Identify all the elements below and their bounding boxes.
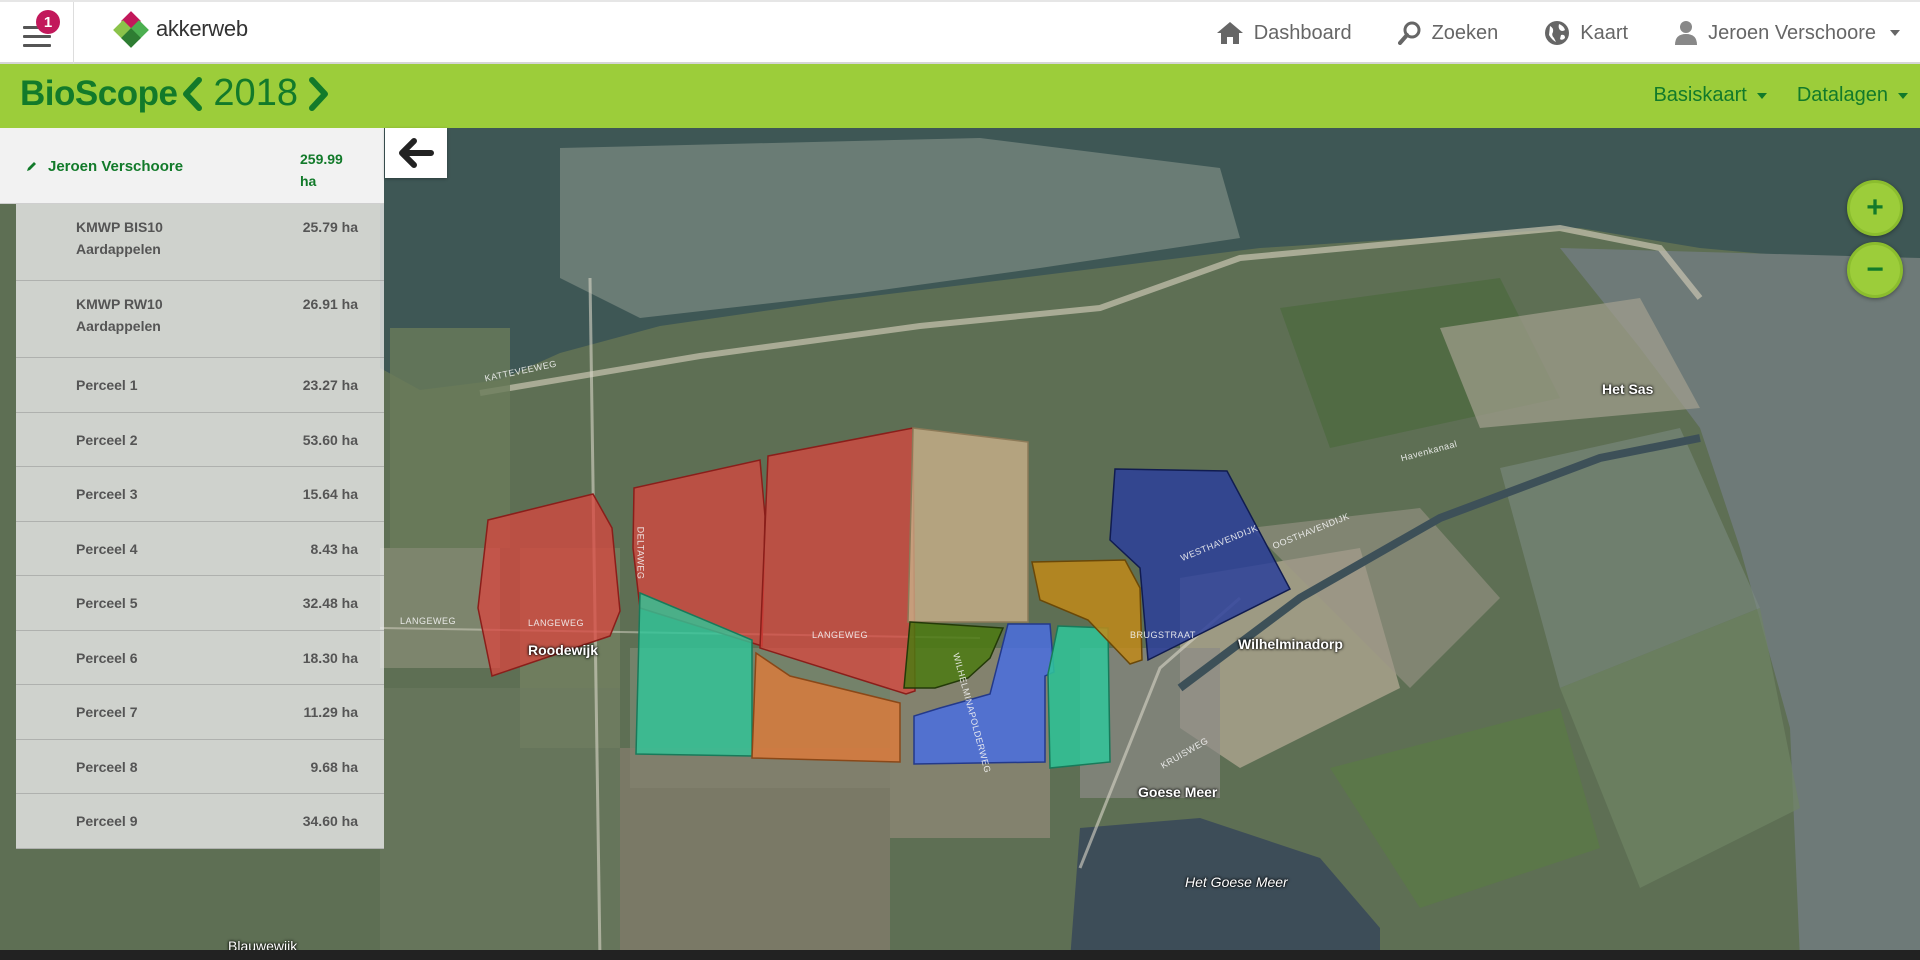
place-het-sas: Het Sas (1602, 381, 1654, 397)
field-name: Perceel 9 (76, 813, 138, 829)
collapse-panel-button[interactable] (385, 128, 447, 178)
owner-name: Jeroen Verschoore (48, 158, 184, 175)
prev-year-button[interactable] (177, 74, 207, 114)
field-name: Perceel 6 (76, 649, 138, 666)
field-area: 9.68 ha (310, 758, 358, 775)
akkerweb-logo[interactable]: akkerweb (113, 11, 248, 48)
field-area: 18.30 ha (302, 649, 358, 666)
fields-panel: Jeroen Verschoore 259.99 ha KMWP BIS10 A… (0, 128, 384, 849)
total-area: 259.99 ha (300, 151, 343, 189)
akkerweb-logo-icon (113, 11, 149, 48)
field-row[interactable]: Perceel 7 11.29 ha (16, 685, 384, 740)
field-area: 15.64 ha (302, 486, 358, 502)
field-row[interactable]: Perceel 9 34.60 ha (16, 794, 384, 849)
field-area: 11.29 ha (303, 704, 359, 720)
basiskaart-dropdown[interactable]: Basiskaart (1653, 84, 1767, 107)
nav-user-label: Jeroen Verschoore (1708, 21, 1876, 44)
next-year-button[interactable] (304, 74, 334, 114)
nav-dashboard-label: Dashboard (1253, 21, 1352, 44)
field-area: 53.60 ha (302, 431, 358, 448)
place-roodewijk: Roodewijk (528, 642, 599, 658)
field-name: Perceel 1 (76, 377, 138, 393)
zoom-out-button[interactable]: − (1847, 242, 1903, 298)
chevron-down-icon (1890, 30, 1900, 36)
road-label-langeweg-1: LANGEWEG (400, 616, 457, 626)
chevron-down-icon (1898, 92, 1908, 99)
place-goese-meer: Goese Meer (1138, 784, 1218, 800)
field-area: 34.60 ha (302, 813, 358, 829)
road-label-langeweg-2: LANGEWEG (528, 618, 585, 628)
zoom-in-button[interactable]: + (1847, 180, 1903, 236)
pencil-icon[interactable] (26, 160, 38, 172)
place-wilhelminadorp: Wilhelminadorp (1238, 636, 1343, 652)
header-dropdowns: Basiskaart Datalagen (1653, 84, 1908, 107)
parcel-tan (907, 427, 1029, 623)
field-row[interactable]: Perceel 6 18.30 ha (16, 631, 384, 685)
field-name: Perceel 8 (76, 758, 138, 775)
field-name: Perceel 2 (76, 431, 138, 448)
basiskaart-label: Basiskaart (1653, 84, 1747, 106)
nav-zoeken[interactable]: Zoeken (1397, 21, 1499, 45)
field-area: 25.79 ha (302, 219, 358, 235)
road-label-brugstraat: BRUGSTRAAT (1130, 630, 1196, 640)
nav-user-menu[interactable]: Jeroen Verschoore (1674, 20, 1900, 46)
field-row[interactable]: Perceel 3 15.64 ha (16, 467, 384, 522)
owner-row[interactable]: Jeroen Verschoore 259.99 ha (0, 128, 384, 204)
search-icon (1397, 21, 1421, 45)
globe-icon (1545, 21, 1570, 45)
year-label: 2018 (213, 72, 298, 114)
app-title: BioScope (20, 73, 178, 113)
field-row[interactable]: KMWP RW10 Aardappelen 26.91 ha (16, 281, 384, 358)
nav-kaart[interactable]: Kaart (1544, 20, 1628, 46)
field-area: 8.43 ha (310, 540, 358, 557)
field-row[interactable]: Perceel 4 8.43 ha (16, 522, 384, 576)
user-icon (1675, 21, 1698, 45)
road-label-langeweg-3: LANGEWEG (812, 630, 869, 640)
field-list: KMWP BIS10 Aardappelen 25.79 ha KMWP RW1… (16, 204, 384, 849)
field-area: 23.27 ha (302, 377, 358, 393)
arrow-left-icon (399, 138, 434, 168)
datalagen-label: Datalagen (1796, 84, 1888, 106)
bottom-strip (0, 950, 1920, 960)
logo-text: akkerweb (156, 16, 248, 41)
nav-dashboard[interactable]: Dashboard (1216, 21, 1352, 45)
chevron-right-icon (308, 76, 328, 111)
field-row[interactable]: KMWP BIS10 Aardappelen 25.79 ha (16, 204, 384, 281)
app-header: BioScope 2018 Basiskaart Datalagen (0, 64, 1920, 128)
main-nav: Dashboard Zoeken Kaart Jeroen Verschoore (1216, 2, 1920, 64)
nav-zoeken-label: Zoeken (1431, 21, 1499, 44)
field-row[interactable]: Perceel 8 9.68 ha (16, 740, 384, 794)
field-row[interactable]: Perceel 1 23.27 ha (16, 358, 384, 413)
home-icon (1216, 22, 1243, 44)
field-name: KMWP RW10 Aardappelen (76, 296, 163, 334)
field-name: Perceel 3 (76, 486, 138, 502)
datalagen-dropdown[interactable]: Datalagen (1797, 84, 1908, 107)
field-name: Perceel 5 (76, 595, 138, 611)
field-area: 32.48 ha (302, 595, 358, 611)
road-label-deltaweg: DELTAWEG (635, 526, 646, 580)
parcel-teal-2 (1047, 625, 1111, 769)
chevron-down-icon (1756, 92, 1767, 99)
app-brand: BioScope 2018 (20, 72, 334, 115)
menu-button[interactable]: 1 (0, 2, 74, 64)
field-area: 26.91 ha (302, 296, 358, 312)
notification-badge: 1 (36, 10, 60, 34)
parcel-red-3 (759, 427, 916, 695)
field-name: Perceel 4 (76, 540, 138, 557)
nav-kaart-label: Kaart (1580, 21, 1629, 44)
field-name: Perceel 7 (76, 704, 138, 720)
field-row[interactable]: Perceel 5 32.48 ha (16, 576, 384, 631)
field-name: KMWP BIS10 Aardappelen (76, 219, 163, 257)
chevron-left-icon (183, 76, 203, 111)
field-row[interactable]: Perceel 2 53.60 ha (16, 413, 384, 467)
place-het-goese-meer: Het Goese Meer (1185, 874, 1288, 890)
top-navbar: 1 akkerweb Dashboard Zoeken Kaart Jeroen… (0, 0, 1920, 64)
